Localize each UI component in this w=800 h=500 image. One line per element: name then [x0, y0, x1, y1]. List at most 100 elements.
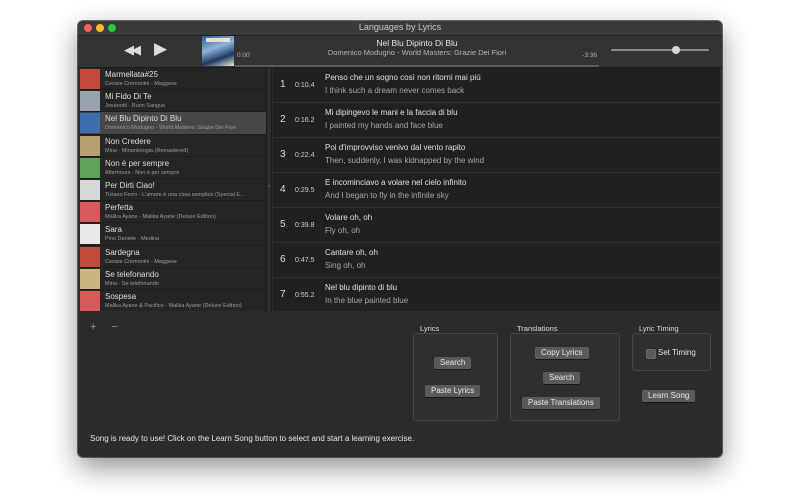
lyric-original-line: Poi d'improvviso venivo dal vento rapito [325, 143, 466, 152]
lyric-translation-line: I think such a dream never comes back [325, 86, 465, 95]
song-title: Se telefonando [105, 269, 159, 279]
learn-song-button[interactable]: Learn Song [642, 390, 696, 402]
lyric-translation-line: Sing oh, oh [325, 261, 366, 270]
song-list-item[interactable]: Non è per sempre Afterhours - Non è per s… [80, 157, 266, 179]
lyric-original-line: Nel blu dipinto di blu [325, 283, 398, 292]
album-thumbnail [80, 91, 100, 112]
song-list-item[interactable]: Nel Blu Dipinto Di Blu Domenico Modugno -… [80, 112, 266, 135]
app-window: Languages by Lyrics ◀◀ ▶ Nel Blu Dipinto… [78, 21, 722, 457]
lyric-number: 3 [280, 149, 286, 160]
lyric-timestamp: 0:55.2 [295, 292, 315, 299]
song-subtitle: Cesare Cremonini - Maggese [105, 81, 177, 87]
song-subtitle: Malika Ayane & Pacifico - Malika Ayane (… [105, 302, 242, 309]
album-thumbnail [80, 290, 100, 311]
paste-lyrics-button[interactable]: Paste Lyrics [425, 385, 481, 397]
rewind-icon[interactable]: ◀◀ [124, 42, 141, 58]
player-toolbar: ◀◀ ▶ Nel Blu Dipinto Di Blu Domenico Mod… [78, 36, 722, 68]
album-thumbnail [80, 268, 100, 289]
album-thumbnail [80, 202, 100, 223]
album-thumbnail [80, 69, 100, 89]
lyric-row[interactable]: 1 0:10.4 Penso che un sogno così non ritor… [273, 68, 720, 103]
window-title: Languages by Lyrics [358, 22, 442, 32]
album-thumbnail [80, 157, 100, 178]
lyric-row[interactable]: 2 0:16.2 Mi dipingevo le mani e la faccia … [273, 103, 720, 138]
song-list-item[interactable]: Se telefonando Mina - Se telefonando [80, 268, 266, 290]
lyric-number: 7 [280, 289, 286, 300]
song-subtitle: Malika Ayane - Malika Ayane (Deluxe Edit… [105, 214, 216, 221]
paste-translations-button[interactable]: Paste Translations [522, 397, 600, 409]
song-subtitle: Mina - Se telefonando [105, 280, 159, 287]
volume-slider-knob[interactable] [671, 46, 680, 54]
playback-progress-bar[interactable] [235, 65, 599, 67]
song-title: Non è per sempre [105, 158, 170, 168]
set-timing-checkbox[interactable] [646, 349, 656, 359]
album-thumbnail [80, 135, 100, 156]
search-translations-button[interactable]: Search [543, 372, 581, 384]
lyric-timestamp: 0:10.4 [295, 82, 315, 89]
song-title: Mi Fido Di Te [105, 92, 152, 102]
song-title: Non Credere [105, 136, 151, 146]
lyric-timestamp: 0:22.4 [295, 152, 315, 159]
copy-lyrics-button[interactable]: Copy Lyrics [535, 347, 589, 359]
song-title: Nel Blu Dipinto Di Blu [105, 114, 182, 124]
song-title: Sara [105, 225, 122, 235]
lyric-timestamp: 0:16.2 [295, 117, 315, 124]
song-list[interactable]: Marmellata#25 Cesare Cremonini - Maggese M… [80, 68, 266, 311]
album-thumbnail [80, 113, 100, 134]
title-bar: Languages by Lyrics [78, 21, 722, 36]
song-list-item[interactable]: Non Credere Mina - Minantologia (Remaster… [80, 135, 266, 157]
lyric-original-line: E incominciavo a volare nel cielo infini… [325, 178, 467, 187]
volume-slider[interactable] [611, 46, 709, 54]
lyrics-group-label: Lyrics [420, 324, 440, 333]
lyric-translation-line: In the blue painted blue [325, 296, 409, 305]
search-lyrics-button[interactable]: Search [434, 357, 472, 369]
lyric-row[interactable]: 7 0:55.2 Nel blu dipinto di blu In the blue… [273, 278, 720, 311]
song-list-item[interactable]: Perfetta Malika Ayane - Malika Ayane (Del… [80, 201, 266, 224]
lyric-row[interactable]: 3 0:22.4 Poi d'improvviso venivo dal vento… [273, 138, 720, 173]
lyrics-group-box: Search Paste Lyrics [413, 333, 498, 421]
song-title: Marmellata#25 [105, 70, 158, 79]
album-artwork [202, 36, 234, 66]
divider-grip-icon [268, 185, 270, 187]
song-list-item[interactable]: Mi Fido Di Te Jovanotti - Buon Sangue [80, 90, 266, 113]
lyric-number: 4 [280, 184, 286, 195]
split-view-divider[interactable] [266, 68, 272, 311]
song-list-item[interactable]: Sospesa Malika Ayane & Pacifico - Malika … [80, 290, 266, 311]
lyric-number: 1 [280, 79, 286, 90]
now-playing-display: Nel Blu Dipinto Di Blu Domenico Modugno … [235, 36, 599, 67]
lyric-translation-line: And I began to fly in the infinite sky [325, 191, 449, 200]
lyric-number: 6 [280, 254, 286, 265]
album-thumbnail [80, 179, 100, 200]
lyric-timing-group-label: Lyric Timing [639, 324, 679, 333]
lyric-number: 5 [280, 219, 286, 230]
lyric-timestamp: 0:39.8 [295, 222, 315, 229]
play-icon[interactable]: ▶ [154, 39, 167, 59]
song-list-item[interactable]: Marmellata#25 Cesare Cremonini - Maggese [80, 68, 266, 91]
now-playing-subtitle: Domenico Modugno - World Masters: Grazie… [327, 48, 507, 57]
remove-song-button[interactable]: − [112, 321, 118, 333]
lyric-timestamp: 0:29.5 [295, 187, 315, 194]
song-subtitle: Domenico Modugno - World Masters: Grazie… [105, 125, 236, 132]
status-message: Song is ready to use! Click on the Learn… [90, 434, 415, 443]
lyric-original-line: Mi dipingevo le mani e la faccia di blu [325, 108, 458, 117]
song-list-item[interactable]: Sara Pino Daniele - Medina [80, 223, 266, 246]
song-title: Sospesa [105, 291, 137, 301]
lyric-row[interactable]: 5 0:39.8 Volare oh, oh Fly oh, oh [273, 208, 720, 243]
song-list-item[interactable]: Sardegna Cesare Cremonini - Maggese [80, 246, 266, 268]
add-song-button[interactable]: + [90, 321, 96, 333]
song-subtitle: Pino Daniele - Medina [105, 236, 160, 243]
album-thumbnail [80, 224, 100, 245]
lyric-translation-line: Then, suddenly, I was kidnapped by the w… [325, 156, 485, 165]
song-title: Sardegna [105, 247, 140, 257]
song-list-item[interactable]: Per Dirti Ciao! Tiziano Ferro - L'amore è… [80, 179, 266, 202]
lyric-row[interactable]: 4 0:29.5 E incominciavo a volare nel cielo… [273, 173, 720, 208]
lyric-row[interactable]: 6 0:47.5 Cantare oh, oh Sing oh, oh [273, 243, 720, 278]
lyric-original-line: Penso che un sogno così non ritorni mai … [325, 73, 481, 82]
elapsed-time: 0:00 [237, 52, 250, 59]
set-timing-label: Set Timing [658, 348, 696, 357]
now-playing-title: Nel Blu Dipinto Di Blu [376, 38, 458, 48]
lyrics-table[interactable]: 1 0:10.4 Penso che un sogno così non ritor… [273, 68, 720, 311]
song-subtitle: Cesare Cremonini - Maggese [105, 258, 177, 265]
remaining-time: -3:36 [582, 52, 597, 59]
song-subtitle: Afterhours - Non è per sempre [105, 169, 180, 176]
